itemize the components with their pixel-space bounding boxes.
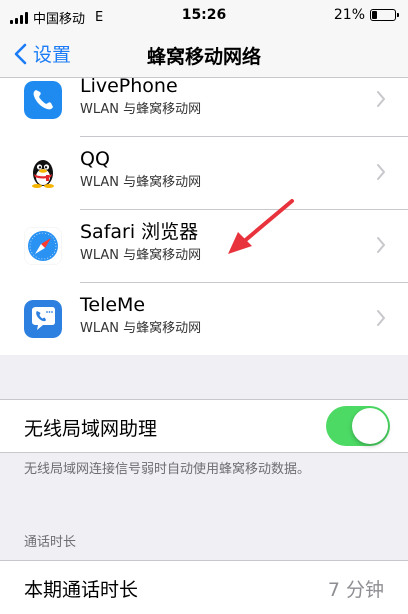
call-duration-row: 本期通话时长 7 分钟 — [0, 560, 408, 614]
status-right: 21% — [333, 7, 399, 23]
app-name: QQ — [80, 148, 110, 170]
call-time-section-header: 通话时长 — [24, 535, 77, 550]
wifi-assist-toggle[interactable] — [326, 406, 390, 446]
app-row-safari[interactable]: Safari 浏览器 WLAN 与蜂窝移动网 — [0, 210, 408, 282]
app-access: WLAN 与蜂窝移动网 — [80, 321, 202, 336]
chevron-right-icon — [377, 237, 385, 253]
app-name: Safari 浏览器 — [80, 221, 199, 243]
toggle-knob — [352, 408, 388, 444]
app-row-livephone[interactable]: LivePhone WLAN 与蜂窝移动网 — [0, 78, 408, 136]
teleme-phone-bubble-icon — [24, 300, 62, 338]
page-title: 蜂窝移动网络 — [146, 46, 261, 68]
battery-percent: 21% — [333, 7, 365, 23]
app-text: QQ WLAN 与蜂窝移动网 — [80, 147, 201, 191]
battery-fill — [372, 11, 377, 19]
app-text: Safari 浏览器 WLAN 与蜂窝移动网 — [80, 220, 201, 264]
app-text: TeleMe WLAN 与蜂窝移动网 — [80, 293, 201, 337]
app-name: TeleMe — [80, 294, 146, 316]
app-access: WLAN 与蜂窝移动网 — [80, 248, 202, 263]
wifi-assist-footnote: 无线局域网连接信号弱时自动使用蜂窝移动数据。 — [24, 462, 311, 477]
app-access: WLAN 与蜂窝移动网 — [80, 102, 202, 117]
app-row-qq[interactable]: QQ WLAN 与蜂窝移动网 — [0, 137, 408, 209]
phone-app-icon — [24, 81, 62, 119]
qq-penguin-icon — [24, 154, 62, 192]
app-access: WLAN 与蜂窝移动网 — [80, 175, 202, 190]
wifi-assist-row: 无线局域网助理 — [0, 399, 408, 453]
call-duration-value: 7 分钟 — [327, 579, 384, 601]
app-cellular-list: LivePhone WLAN 与蜂窝移动网 QQ WLAN 与蜂窝移动网 Saf… — [0, 78, 408, 355]
app-row-teleme[interactable]: TeleMe WLAN 与蜂窝移动网 — [0, 283, 408, 355]
chevron-right-icon — [377, 310, 385, 326]
app-text: LivePhone WLAN 与蜂窝移动网 — [80, 78, 201, 118]
navigation-bar: 设置 蜂窝移动网络 — [0, 30, 408, 78]
wifi-assist-label: 无线局域网助理 — [24, 418, 158, 440]
chevron-right-icon — [377, 91, 385, 107]
status-bar: 中国移动 E 15:26 21% — [0, 0, 408, 30]
app-name: LivePhone — [80, 78, 178, 97]
battery-icon — [370, 9, 399, 21]
chevron-right-icon — [377, 164, 385, 180]
call-duration-label: 本期通话时长 — [24, 579, 139, 601]
safari-compass-icon — [24, 227, 62, 265]
